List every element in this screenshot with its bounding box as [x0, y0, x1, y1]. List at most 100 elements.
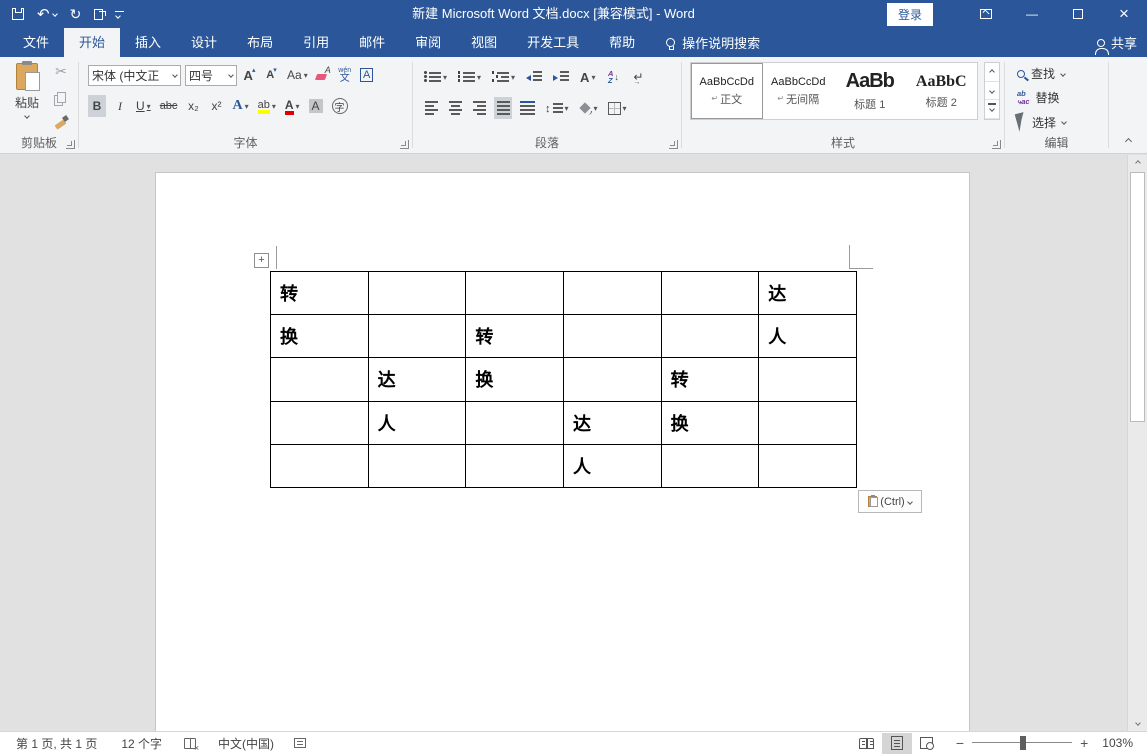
table-cell[interactable] [271, 358, 369, 401]
style-heading-1[interactable]: AaBb 标题 1 [834, 63, 906, 119]
font-color-button[interactable]: A [283, 95, 302, 117]
redo-button[interactable] [70, 7, 82, 21]
tab-file[interactable]: 文件 [8, 28, 64, 57]
multilevel-list-button[interactable] [490, 66, 517, 88]
paragraph-dialog-launcher[interactable] [669, 140, 678, 149]
clipboard-dialog-launcher[interactable] [66, 140, 75, 149]
table-cell[interactable] [661, 272, 759, 315]
table-cell[interactable] [563, 315, 661, 358]
paste-button[interactable]: 粘贴 [8, 63, 46, 139]
strikethrough-button[interactable]: abc [158, 95, 180, 117]
zoom-out-button[interactable]: − [956, 735, 964, 751]
tab-references[interactable]: 引用 [288, 28, 344, 57]
table-move-handle[interactable]: + [254, 253, 269, 268]
phonetic-guide-button[interactable]: wén文 [336, 64, 354, 86]
share-button[interactable]: 共享 [1097, 28, 1137, 57]
document-arrow-button[interactable] [94, 9, 103, 20]
table-cell[interactable]: 达 [759, 272, 857, 315]
asian-layout-button[interactable]: A [578, 66, 597, 88]
copy-button[interactable] [52, 88, 70, 106]
table-cell[interactable] [759, 358, 857, 401]
change-case-button[interactable]: Aa [285, 64, 310, 86]
tab-view[interactable]: 视图 [456, 28, 512, 57]
close-button[interactable] [1101, 0, 1147, 28]
clear-formatting-button[interactable] [314, 64, 332, 86]
styles-scroll-up-button[interactable] [985, 63, 999, 82]
shading-button[interactable] [577, 97, 600, 119]
table-cell[interactable] [368, 272, 466, 315]
page-info[interactable]: 第 1 页, 共 1 页 [16, 735, 97, 752]
decrease-indent-button[interactable] [524, 66, 544, 88]
table-cell[interactable] [368, 444, 466, 487]
paste-options-button[interactable]: (Ctrl) [858, 490, 922, 513]
font-dialog-launcher[interactable] [400, 140, 409, 149]
collapse-ribbon-button[interactable] [1117, 133, 1139, 149]
table-cell[interactable]: 换 [661, 401, 759, 444]
zoom-slider-thumb[interactable] [1020, 736, 1026, 750]
cut-button[interactable] [52, 63, 70, 81]
table-cell[interactable]: 转 [466, 315, 564, 358]
read-mode-button[interactable] [852, 733, 882, 754]
table-cell[interactable]: 人 [368, 401, 466, 444]
line-spacing-button[interactable] [543, 97, 571, 119]
table-cell[interactable]: 达 [368, 358, 466, 401]
bullets-button[interactable] [422, 66, 449, 88]
character-border-button[interactable]: A [358, 64, 376, 86]
table-cell[interactable] [563, 358, 661, 401]
tab-mailings[interactable]: 邮件 [344, 28, 400, 57]
style-no-spacing[interactable]: AaBbCcDd ↵无间隔 [763, 63, 835, 119]
distribute-button[interactable] [518, 97, 537, 119]
numbering-button[interactable] [456, 66, 483, 88]
sort-button[interactable]: AZ↓ [604, 66, 622, 88]
tab-help[interactable]: 帮助 [594, 28, 650, 57]
scroll-down-button[interactable] [1128, 715, 1147, 731]
subscript-button[interactable]: x₂ [184, 95, 202, 117]
shrink-font-button[interactable]: A▾ [263, 64, 281, 86]
vertical-scrollbar[interactable] [1127, 155, 1147, 731]
enclose-characters-button[interactable]: 字 [330, 95, 350, 117]
undo-button[interactable] [37, 7, 57, 22]
table-cell[interactable]: 达 [563, 401, 661, 444]
table-cell[interactable]: 转 [661, 358, 759, 401]
scroll-up-button[interactable] [1128, 155, 1147, 171]
table-cell[interactable] [271, 401, 369, 444]
save-button[interactable] [12, 8, 24, 20]
table-cell[interactable] [759, 444, 857, 487]
justify-button[interactable] [494, 97, 512, 119]
tab-layout[interactable]: 布局 [232, 28, 288, 57]
language-status[interactable]: 中文(中国) [218, 735, 274, 752]
word-count[interactable]: 12 个字 [121, 735, 162, 752]
show-hide-marks-button[interactable] [629, 66, 647, 88]
table-cell[interactable]: 人 [759, 315, 857, 358]
zoom-in-button[interactable]: + [1080, 735, 1088, 751]
table-cell[interactable] [466, 401, 564, 444]
macro-record-button[interactable] [294, 738, 306, 748]
ribbon-display-options-button[interactable] [963, 0, 1009, 28]
select-button[interactable]: 选择 [1017, 113, 1066, 131]
table-cell[interactable] [466, 444, 564, 487]
table-cell[interactable]: 人 [563, 444, 661, 487]
underline-button[interactable]: U [134, 95, 153, 117]
table-cell[interactable] [661, 444, 759, 487]
table-cell[interactable] [661, 315, 759, 358]
undo-dropdown-icon[interactable] [52, 11, 58, 17]
tab-review[interactable]: 审阅 [400, 28, 456, 57]
style-heading-2[interactable]: AaBbC 标题 2 [906, 63, 978, 119]
table-cell[interactable]: 换 [466, 358, 564, 401]
italic-button[interactable]: I [111, 95, 129, 117]
align-left-button[interactable] [422, 97, 440, 119]
paste-dropdown-icon[interactable] [24, 113, 30, 119]
sign-in-button[interactable]: 登录 [887, 3, 933, 26]
table-cell[interactable] [563, 272, 661, 315]
character-shading-button[interactable]: A [307, 95, 325, 117]
table-cell[interactable]: 转 [271, 272, 369, 315]
grow-font-button[interactable]: A▴ [241, 64, 259, 86]
font-size-combo[interactable]: 四号 [185, 65, 237, 86]
styles-dialog-launcher[interactable] [992, 140, 1001, 149]
table-cell[interactable] [368, 315, 466, 358]
find-button[interactable]: 查找 [1017, 65, 1065, 82]
table-cell[interactable]: 换 [271, 315, 369, 358]
tell-me-search[interactable]: 操作说明搜索 [654, 28, 772, 57]
table-cell[interactable] [271, 444, 369, 487]
tab-developer[interactable]: 开发工具 [512, 28, 594, 57]
